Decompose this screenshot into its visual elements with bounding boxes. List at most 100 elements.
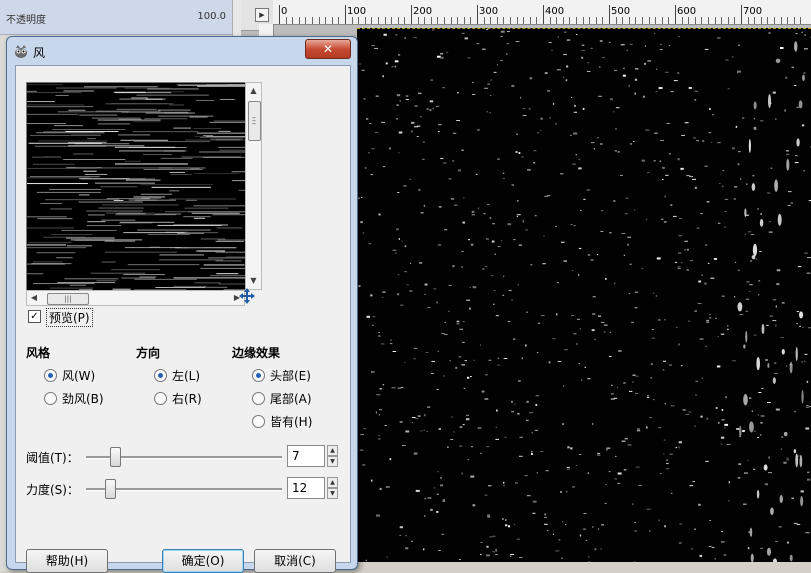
ruler-minor-tick: [569, 17, 570, 24]
preview-label[interactable]: 预览(P): [46, 308, 93, 327]
radio-strong-wind[interactable]: [44, 392, 57, 405]
strength-spin-down-icon[interactable]: ▼: [327, 488, 338, 499]
ruler-tick-label: 100: [347, 6, 366, 17]
preview-vertical-scrollbar[interactable]: ▲ ––– ▼: [245, 82, 262, 290]
opacity-row[interactable]: 不透明度 100.0: [0, 0, 232, 35]
dialog-body: ▲ ––– ▼ ◀ ||| ▶ ✓ 预览(P) 风格 方向 边缘效果 风(W) …: [15, 65, 351, 563]
ruler-minor-tick: [635, 17, 636, 24]
ruler-minor-tick: [767, 17, 768, 24]
ruler-minor-tick: [418, 17, 419, 24]
ruler-minor-tick: [800, 17, 801, 24]
radio-trailing-label[interactable]: 尾部(A): [270, 390, 312, 407]
strength-input[interactable]: 12: [287, 477, 325, 499]
close-button[interactable]: ✕: [305, 39, 351, 59]
ruler-minor-tick: [728, 17, 729, 24]
ruler-major-tick: [477, 5, 478, 24]
ruler-tick-label: 500: [611, 6, 630, 17]
ruler-minor-tick: [536, 17, 537, 24]
horizontal-scroll-thumb[interactable]: |||: [47, 293, 89, 305]
cancel-button[interactable]: 取消(C): [254, 549, 336, 573]
ruler-minor-tick: [761, 17, 762, 24]
ruler-minor-tick: [602, 17, 603, 24]
ruler-major-tick: [609, 5, 610, 24]
style-group-title: 风格: [26, 344, 50, 361]
ruler-minor-tick: [787, 17, 788, 24]
ruler-minor-tick: [662, 17, 663, 24]
ruler-minor-tick: [391, 17, 392, 24]
ruler-minor-tick: [286, 17, 287, 24]
horizontal-ruler[interactable]: 0100200300400500600700: [273, 0, 811, 25]
ruler-minor-tick: [517, 17, 518, 24]
ruler-minor-tick: [371, 17, 372, 24]
scroll-up-icon[interactable]: ▲: [246, 84, 261, 98]
radio-left[interactable]: [154, 369, 167, 382]
ruler-major-tick: [411, 5, 412, 24]
image-canvas[interactable]: [357, 28, 811, 563]
radio-wind[interactable]: [44, 369, 57, 382]
preview-horizontal-scrollbar[interactable]: ◀ ||| ▶: [26, 290, 245, 306]
vertical-scroll-thumb[interactable]: –––: [248, 101, 261, 141]
radio-both-label[interactable]: 皆有(H): [270, 413, 312, 430]
ruler-minor-tick: [404, 17, 405, 24]
ruler-minor-tick: [682, 17, 683, 24]
ruler-minor-tick: [431, 17, 432, 24]
noise-image: [357, 29, 811, 563]
ruler-major-tick: [543, 5, 544, 24]
ruler-minor-tick: [655, 17, 656, 24]
radio-trailing[interactable]: [252, 392, 265, 405]
ruler-minor-tick: [470, 17, 471, 24]
ruler-minor-tick: [629, 17, 630, 24]
strength-spin-up-icon[interactable]: ▲: [327, 477, 338, 488]
ruler-minor-tick: [530, 17, 531, 24]
radio-both[interactable]: [252, 415, 265, 428]
radio-left-label[interactable]: 左(L): [172, 367, 200, 384]
navigate-move-icon[interactable]: [239, 288, 255, 304]
ruler-minor-tick: [589, 17, 590, 24]
ok-button[interactable]: 确定(O): [162, 549, 244, 573]
ruler-minor-tick: [398, 17, 399, 24]
dialog-titlebar[interactable]: 风 ✕: [7, 37, 357, 65]
strength-slider-handle[interactable]: [105, 479, 116, 499]
ruler-minor-tick: [715, 17, 716, 24]
ruler-minor-tick: [292, 17, 293, 24]
ruler-tick-label: 300: [479, 6, 498, 17]
radio-leading[interactable]: [252, 369, 265, 382]
threshold-spin-down-icon[interactable]: ▼: [327, 456, 338, 467]
radio-wind-label[interactable]: 风(W): [62, 367, 95, 384]
ruler-minor-tick: [365, 17, 366, 24]
ruler-minor-tick: [437, 17, 438, 24]
ruler-minor-tick: [457, 17, 458, 24]
ruler-minor-tick: [319, 17, 320, 24]
ruler-major-tick: [279, 5, 280, 24]
radio-right-label[interactable]: 右(R): [172, 390, 202, 407]
dialog-title: 风: [33, 44, 45, 61]
strength-label: 力度(S)：: [26, 481, 79, 498]
ruler-minor-tick: [444, 17, 445, 24]
ruler-minor-tick: [556, 17, 557, 24]
threshold-slider-handle[interactable]: [110, 447, 121, 467]
help-button[interactable]: 帮助(H): [26, 549, 108, 573]
ruler-tick-label: 600: [677, 6, 696, 17]
ruler-minor-tick: [563, 17, 564, 24]
scroll-down-icon[interactable]: ▼: [246, 274, 261, 288]
grip-icon: –––: [252, 116, 257, 125]
preview-checkbox[interactable]: ✓: [28, 310, 41, 323]
radio-strong-wind-label[interactable]: 劲风(B): [62, 390, 104, 407]
ruler-tick-label: 700: [743, 6, 762, 17]
radio-leading-label[interactable]: 头部(E): [270, 367, 311, 384]
threshold-label: 阈值(T)：: [26, 449, 79, 466]
navigate-icon[interactable]: ▶: [255, 8, 269, 22]
ruler-minor-tick: [748, 17, 749, 24]
ruler-major-tick: [345, 5, 346, 24]
ruler-minor-tick: [774, 17, 775, 24]
ruler-minor-tick: [358, 17, 359, 24]
ruler-minor-tick: [781, 17, 782, 24]
threshold-input[interactable]: 7: [287, 445, 325, 467]
ruler-minor-tick: [338, 17, 339, 24]
ruler-minor-tick: [583, 17, 584, 24]
ruler-minor-tick: [299, 17, 300, 24]
preview-area[interactable]: [26, 82, 247, 292]
radio-right[interactable]: [154, 392, 167, 405]
scroll-left-icon[interactable]: ◀: [28, 292, 40, 304]
threshold-spin-up-icon[interactable]: ▲: [327, 445, 338, 456]
